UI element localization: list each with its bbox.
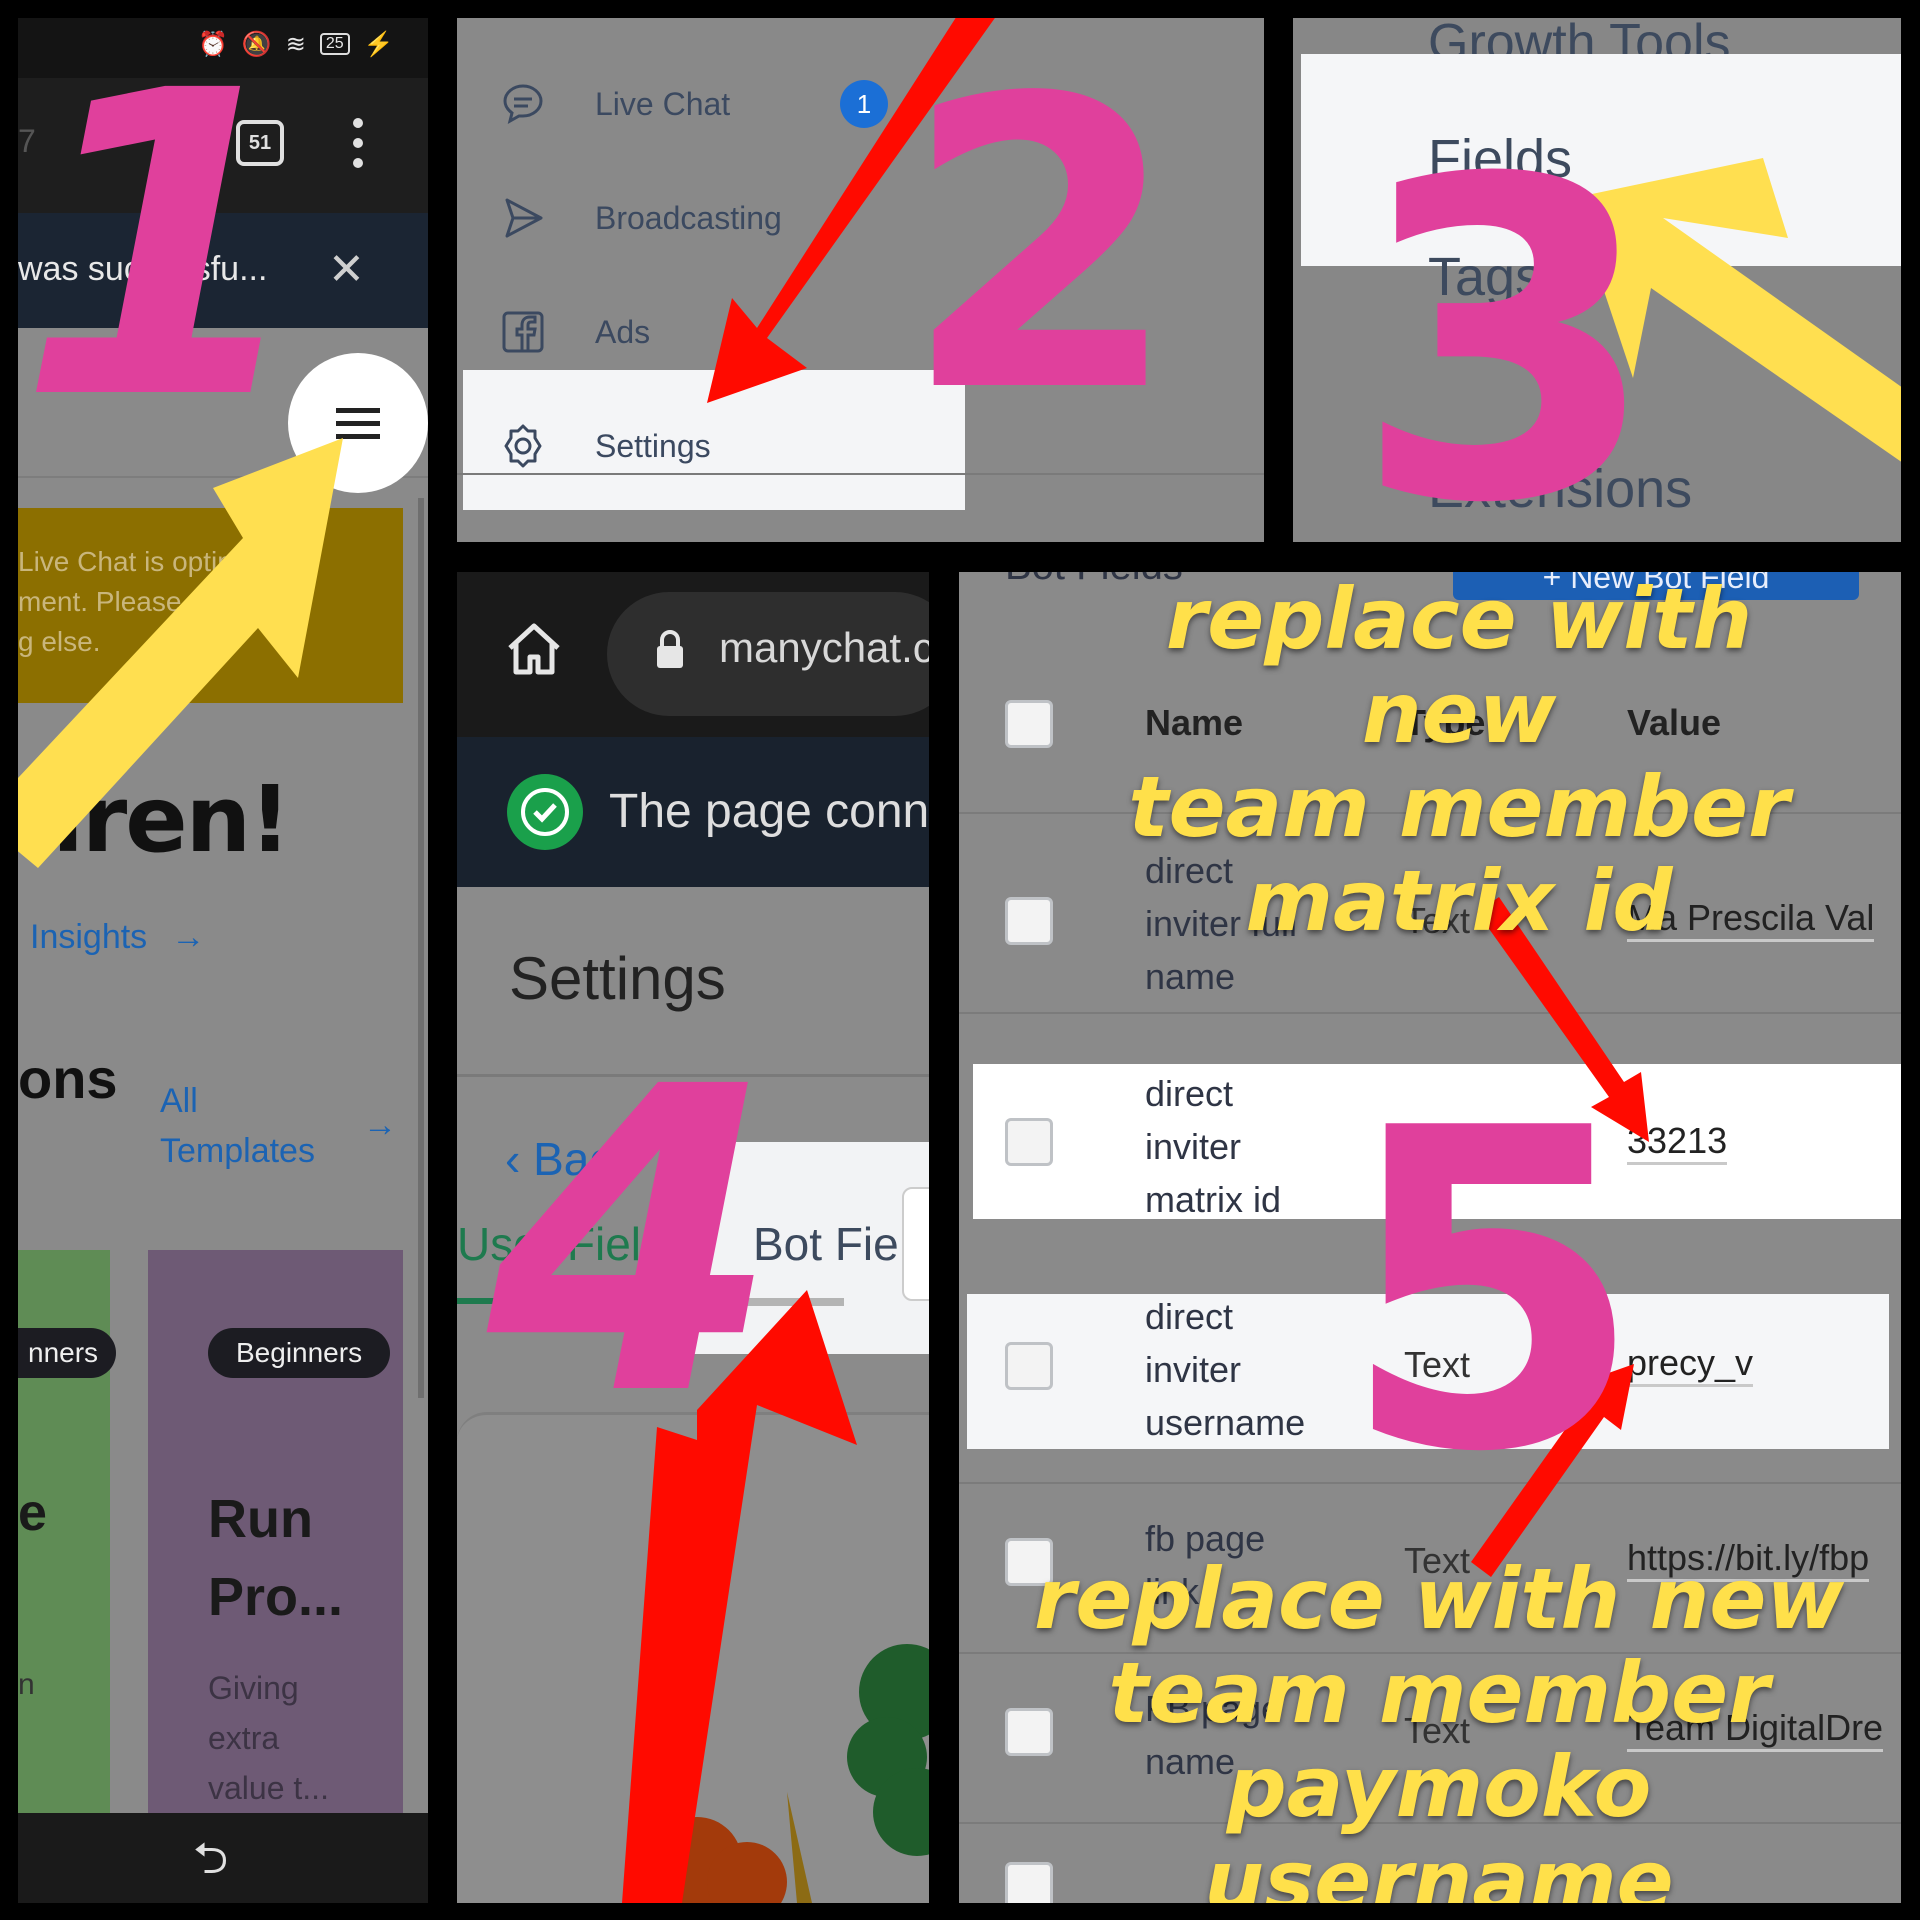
caption-top: replace with new team member matrix id — [1059, 572, 1859, 948]
row-name-line: inviter — [1145, 1349, 1242, 1390]
step-number-1: 1 — [18, 18, 311, 492]
arrow-right-icon: → — [363, 1106, 397, 1144]
card-title-line-2: Pro... — [208, 1567, 344, 1627]
select-all-checkbox[interactable] — [1005, 700, 1053, 748]
all-templates-line-2: Templates — [160, 1132, 315, 1170]
row-checkbox[interactable] — [1005, 1118, 1053, 1166]
card-left-desc-fragment: n — [18, 1668, 35, 1701]
menu-item-label: Broadcasting — [595, 199, 782, 236]
card-desc-line-1: Giving — [208, 1670, 299, 1706]
card-left-title-fragment: e — [18, 1484, 47, 1542]
caption-top-line-2: team member — [1128, 758, 1790, 857]
kebab-menu-icon[interactable] — [348, 118, 368, 168]
card-desc-line-2: extra — [208, 1720, 280, 1756]
url-text[interactable]: manychat.c — [719, 624, 929, 672]
menu-item-live-chat[interactable]: Live Chat — [497, 74, 730, 134]
panel-step-3: Growth Tools Fields Tags Extensions 3 — [1293, 18, 1901, 542]
menu-item-label: Live Chat — [595, 85, 731, 122]
row-value[interactable]: precy_v — [1627, 1342, 1754, 1387]
all-templates-link[interactable]: All Templates — [160, 1076, 315, 1176]
card-description: Giving extra value t... — [208, 1663, 329, 1813]
arrow-right-icon: → — [171, 918, 206, 956]
menu-item-broadcasting[interactable]: Broadcasting — [497, 188, 782, 248]
row-name: direct inviter matrix id — [1145, 1067, 1281, 1226]
scrollbar[interactable] — [418, 498, 424, 1398]
card-desc-line-3: value t... — [208, 1770, 329, 1806]
badge-left: nners — [18, 1328, 117, 1378]
menu-item-label: Ads — [595, 313, 651, 350]
notice-banner-line-2: ment. Please use a — [18, 586, 258, 617]
menu-item-ads[interactable]: Ads — [497, 302, 650, 362]
insights-link-label: Insights — [30, 918, 148, 956]
send-icon — [497, 192, 549, 244]
section-heading: ons — [18, 1047, 118, 1110]
tab-scroll-edge — [902, 1187, 929, 1301]
panel-step-4: manychat.c The page conne Settings ‹ Bac… — [457, 572, 929, 1903]
row-name-line: username — [1145, 1402, 1306, 1443]
row-checkbox[interactable] — [1005, 1342, 1053, 1390]
panel-step-2: Live Chat 1 Broadcasting Ads Settings 2 — [457, 18, 1264, 542]
facebook-icon — [497, 306, 549, 358]
home-icon[interactable] — [505, 620, 563, 678]
step-number-5: 5 — [1339, 1036, 1646, 1548]
insights-link[interactable]: Insights → — [30, 918, 205, 957]
row-checkbox[interactable] — [1005, 897, 1053, 945]
caption-bottom-line-2: team member — [1108, 1644, 1770, 1743]
panel-step-5: Bot Fields + New Bot Field Name Type Val… — [959, 572, 1901, 1903]
caption-bottom-line-3: paymoko username — [1204, 1738, 1674, 1903]
unread-badge: 1 — [840, 80, 888, 128]
row-name-line: matrix id — [1145, 1179, 1282, 1220]
menu-item-settings[interactable]: Settings — [497, 416, 711, 476]
row-name-line: inviter — [1145, 1126, 1242, 1167]
charging-icon: ⚡ — [363, 30, 394, 58]
badge-right: Beginners — [208, 1328, 391, 1378]
lock-icon — [655, 628, 685, 670]
row-name: direct inviter username — [1145, 1290, 1305, 1449]
chat-bubble-icon — [497, 78, 549, 130]
step-number-2: 2 — [902, 18, 1181, 480]
caption-top-line-3: matrix id — [1245, 852, 1673, 951]
all-templates-line-1: All — [160, 1082, 198, 1120]
card-title: Run Pro... — [208, 1480, 343, 1636]
caption-bottom: replace with new team member paymoko use… — [999, 1552, 1879, 1903]
notice-banner-line-1: Live Chat is optimized — [18, 546, 292, 577]
caption-bottom-line-1: replace with new — [1034, 1550, 1844, 1648]
row-name-line: name — [1145, 956, 1236, 997]
panel-step-1: ⏰ 🔕 ≋ 25 ⚡ 7 51 was successfu... ✕ Live … — [18, 18, 428, 1903]
step-number-3: 3 — [1353, 87, 1660, 542]
battery-icon: 25 — [319, 33, 350, 55]
gear-icon — [497, 420, 549, 472]
back-nav-icon[interactable]: ⮌ — [193, 1826, 228, 1901]
notice-banner-line-3: g else. — [18, 626, 101, 657]
row-name-line: direct — [1145, 1296, 1234, 1337]
row-name-line: direct — [1145, 1073, 1234, 1114]
step-number-4: 4 — [487, 999, 780, 1488]
row-divider — [959, 1012, 1901, 1014]
check-circle-icon — [507, 774, 583, 850]
success-toast-text: The page conne — [609, 785, 929, 838]
menu-item-label: Settings — [595, 427, 711, 464]
card-title-line-1: Run — [208, 1489, 313, 1549]
close-icon[interactable]: ✕ — [328, 248, 365, 292]
caption-top-line-1: replace with new — [1165, 572, 1753, 763]
hamburger-icon — [336, 407, 380, 439]
page-heading: dren! — [18, 766, 291, 873]
